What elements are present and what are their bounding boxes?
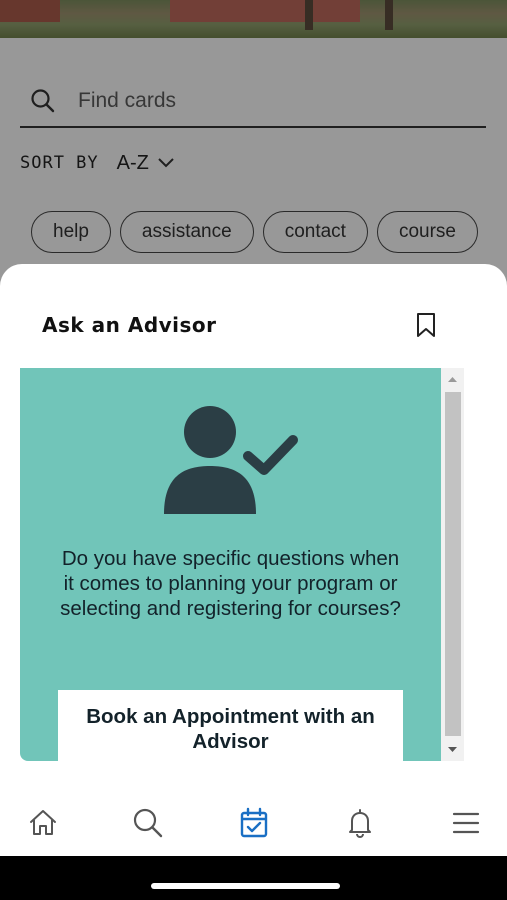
system-home-area <box>0 856 507 900</box>
scroll-up-arrow-icon[interactable] <box>441 368 464 390</box>
calendar-check-icon <box>240 807 268 838</box>
card-content-frame: Do you have specific questions when it c… <box>20 368 464 761</box>
nav-search[interactable] <box>131 806 165 840</box>
background-screen: SORT BY A-Z helpassistancecontactcourse <box>0 0 507 300</box>
home-icon <box>30 810 56 835</box>
bottom-navigation <box>0 790 507 856</box>
menu-icon <box>452 812 480 834</box>
bookmark-icon[interactable] <box>414 312 438 338</box>
scroll-thumb[interactable] <box>445 392 461 736</box>
scrim-overlay[interactable] <box>0 0 507 300</box>
card-description: Do you have specific questions when it c… <box>60 547 401 620</box>
home-indicator[interactable] <box>151 883 340 889</box>
nav-home[interactable] <box>26 806 60 840</box>
search-icon <box>133 808 163 838</box>
scrollbar[interactable] <box>441 368 464 761</box>
bell-icon <box>349 809 371 839</box>
scroll-down-arrow-icon[interactable] <box>441 739 464 761</box>
person-check-icon <box>164 406 298 514</box>
nav-notifications[interactable] <box>343 806 377 840</box>
book-appointment-button[interactable]: Book an Appointment with an Advisor <box>58 690 403 761</box>
nav-menu[interactable] <box>449 806 483 840</box>
sheet-title: Ask an Advisor <box>42 313 217 337</box>
nav-calendar[interactable] <box>237 806 271 840</box>
card-detail-sheet: Ask an Advisor Do you have specific ques… <box>0 264 507 856</box>
advisor-card: Do you have specific questions when it c… <box>20 368 441 761</box>
